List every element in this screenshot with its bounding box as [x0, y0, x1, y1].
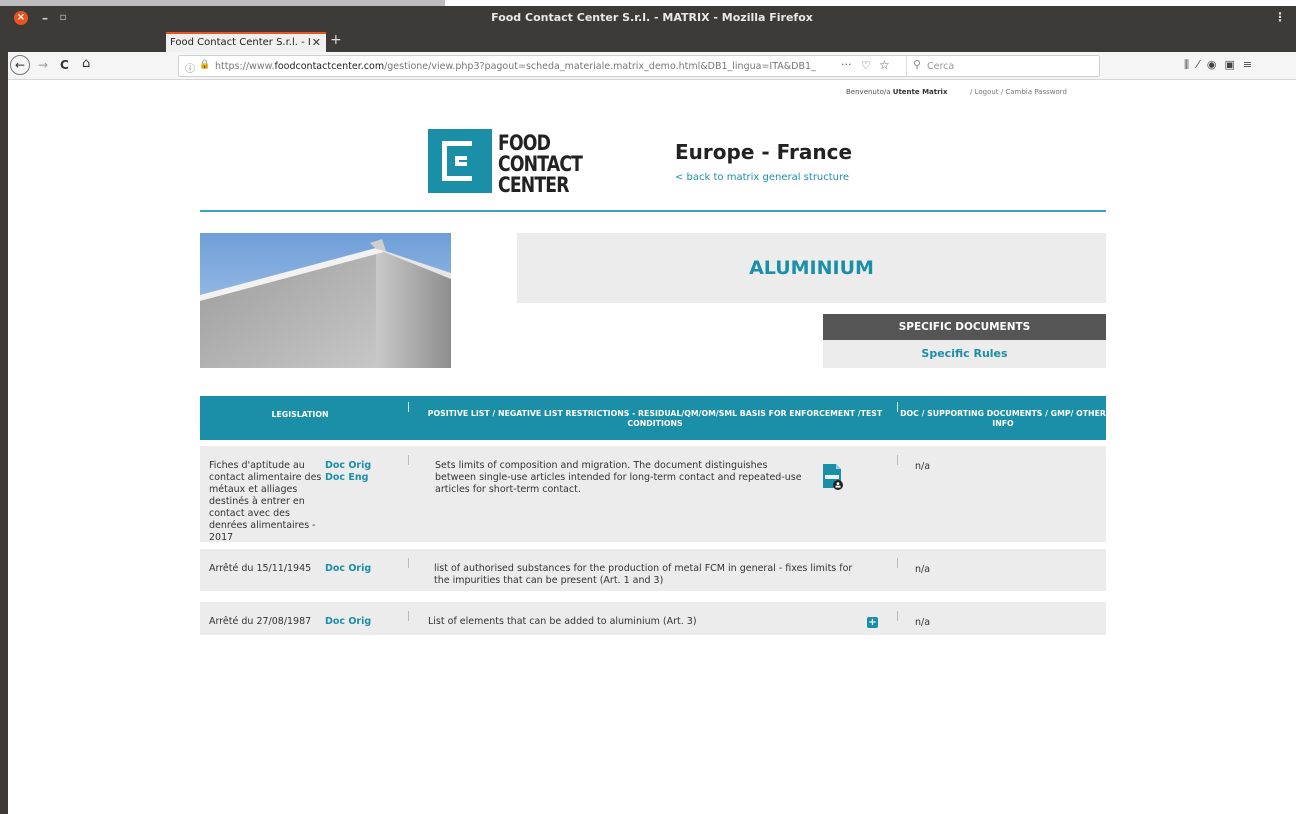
food-contact-center-logo[interactable]: [428, 129, 492, 193]
header-doc-supporting: DOC / SUPPORTING DOCUMENTS / GMP/ OTHER …: [900, 409, 1106, 428]
url-text[interactable]: https://www.foodcontactcenter.com/gestio…: [215, 61, 835, 72]
table-row: Fiches d'aptitude au contact alimentaire…: [200, 446, 1106, 543]
material-title-panel: ALUMINIUM: [517, 233, 1106, 303]
header-positive-list: POSITIVE LIST / NEGATIVE LIST RESTRICTIO…: [427, 409, 883, 428]
page-content: Benvenuto/a Utente Matrix / Logout / Cam…: [8, 80, 1296, 814]
material-title: ALUMINIUM: [749, 257, 874, 279]
info-cell: n/a: [915, 564, 931, 575]
page-actions-icon[interactable]: ···: [841, 58, 852, 71]
doc-orig-link[interactable]: Doc Orig: [325, 563, 371, 575]
header-separator: [408, 402, 409, 412]
doc-orig-link[interactable]: Doc Orig: [325, 460, 371, 472]
forward-button[interactable]: →: [38, 58, 48, 72]
specific-rules-link[interactable]: Specific Rules: [921, 347, 1007, 360]
doc-links: Doc Orig: [325, 563, 371, 575]
user-name: Utente Matrix: [892, 88, 948, 96]
info-cell: n/a: [915, 461, 931, 472]
info-icon[interactable]: ⓘ: [185, 60, 195, 75]
header-separator: [897, 402, 898, 412]
home-button[interactable]: ⌂: [82, 56, 90, 71]
back-button[interactable]: ←: [10, 55, 30, 75]
table-header: LEGISLATION POSITIVE LIST / NEGATIVE LIS…: [200, 396, 1106, 440]
window-title: Food Contact Center S.r.l. - MATRIX - Mo…: [491, 11, 813, 24]
tab-label: Food Contact Center S.r.l. - I: [170, 37, 311, 48]
window-titlebar: × – ▫ Food Contact Center S.r.l. - MATRI…: [8, 6, 1296, 30]
window-menu-icon[interactable]: ⋮: [1274, 10, 1286, 24]
description-cell: Sets limits of composition and migration…: [435, 460, 802, 495]
bookmark-star-icon[interactable]: ☆: [879, 58, 890, 72]
document-download-svg: [823, 464, 843, 490]
url-bar[interactable]: ⓘ 🔒 https://www.foodcontactcenter.com/ge…: [178, 55, 1100, 77]
legislation-cell: Fiches d'aptitude au contact alimentaire…: [209, 460, 322, 543]
tab-food-contact-center[interactable]: Food Contact Center S.r.l. - I ✕: [166, 32, 326, 52]
description-cell: list of authorised substances for the pr…: [434, 563, 853, 586]
specific-documents-panel: Specific Rules: [823, 340, 1106, 368]
screen: × – ▫ Food Contact Center S.r.l. - MATRI…: [0, 0, 1296, 814]
back-to-matrix-link[interactable]: < back to matrix general structure: [675, 172, 849, 183]
column-separator: [408, 558, 409, 568]
lock-icon[interactable]: 🔒: [199, 60, 210, 70]
tab-close-icon[interactable]: ✕: [312, 36, 321, 49]
tab-strip: Food Contact Center S.r.l. - I ✕ +: [8, 30, 1296, 52]
user-greeting: Benvenuto/a Utente Matrix: [846, 88, 948, 96]
logo-glyph-inner: [455, 156, 467, 166]
column-separator: [897, 455, 898, 465]
legislation-cell: Arrêté du 27/08/1987: [209, 616, 312, 627]
doc-links: Doc Orig: [325, 616, 371, 628]
url-path: /gestione/view.php3?pagout=scheda_materi…: [384, 61, 816, 72]
column-separator: [408, 611, 409, 621]
doc-eng-link[interactable]: Doc Eng: [325, 472, 371, 484]
pocket-icon[interactable]: ♡: [861, 59, 871, 72]
aluminium-sheet-illustration: [200, 233, 451, 368]
description-cell: List of elements that can be added to al…: [428, 616, 697, 627]
doc-links: Doc Orig Doc Eng: [325, 460, 371, 484]
document-download-icon[interactable]: [823, 464, 843, 490]
page-title: Europe - France: [675, 140, 853, 164]
new-tab-button[interactable]: +: [330, 32, 342, 48]
search-box[interactable]: ⚲ Cerca: [906, 56, 1100, 76]
doc-orig-link[interactable]: Doc Orig: [325, 616, 371, 628]
table-row: Arrêté du 27/08/1987 Doc Orig List of el…: [200, 602, 1106, 635]
desktop-edge: [0, 0, 8, 814]
legislation-cell: Arrêté du 15/11/1945: [209, 563, 312, 574]
url-domain: foodcontactcenter.com: [274, 61, 385, 72]
search-placeholder: Cerca: [927, 61, 955, 72]
header-legislation: LEGISLATION: [271, 410, 329, 419]
material-image: [200, 233, 451, 368]
logo-text: FOOD CONTACT CENTER: [498, 131, 583, 197]
column-separator: [408, 455, 409, 465]
specific-documents-heading: SPECIFIC DOCUMENTS: [823, 314, 1106, 340]
table-row: Arrêté du 15/11/1945 Doc Orig list of au…: [200, 549, 1106, 591]
navigation-toolbar: ← → C ⌂ ⓘ 🔒 https://www.foodcontactcente…: [8, 52, 1296, 80]
logo-glyph: [442, 141, 472, 181]
column-separator: [897, 558, 898, 568]
column-separator: [897, 611, 898, 621]
logout-link[interactable]: / Logout / Cambia Password: [970, 88, 1067, 96]
info-cell: n/a: [915, 617, 931, 628]
search-icon: ⚲: [913, 58, 922, 71]
toolbar-right-icons[interactable]: ⫼⁄◉▣≡: [1184, 58, 1260, 72]
expand-plus-icon[interactable]: +: [867, 617, 878, 628]
header-divider: [200, 210, 1106, 212]
reload-button[interactable]: C: [60, 58, 69, 72]
